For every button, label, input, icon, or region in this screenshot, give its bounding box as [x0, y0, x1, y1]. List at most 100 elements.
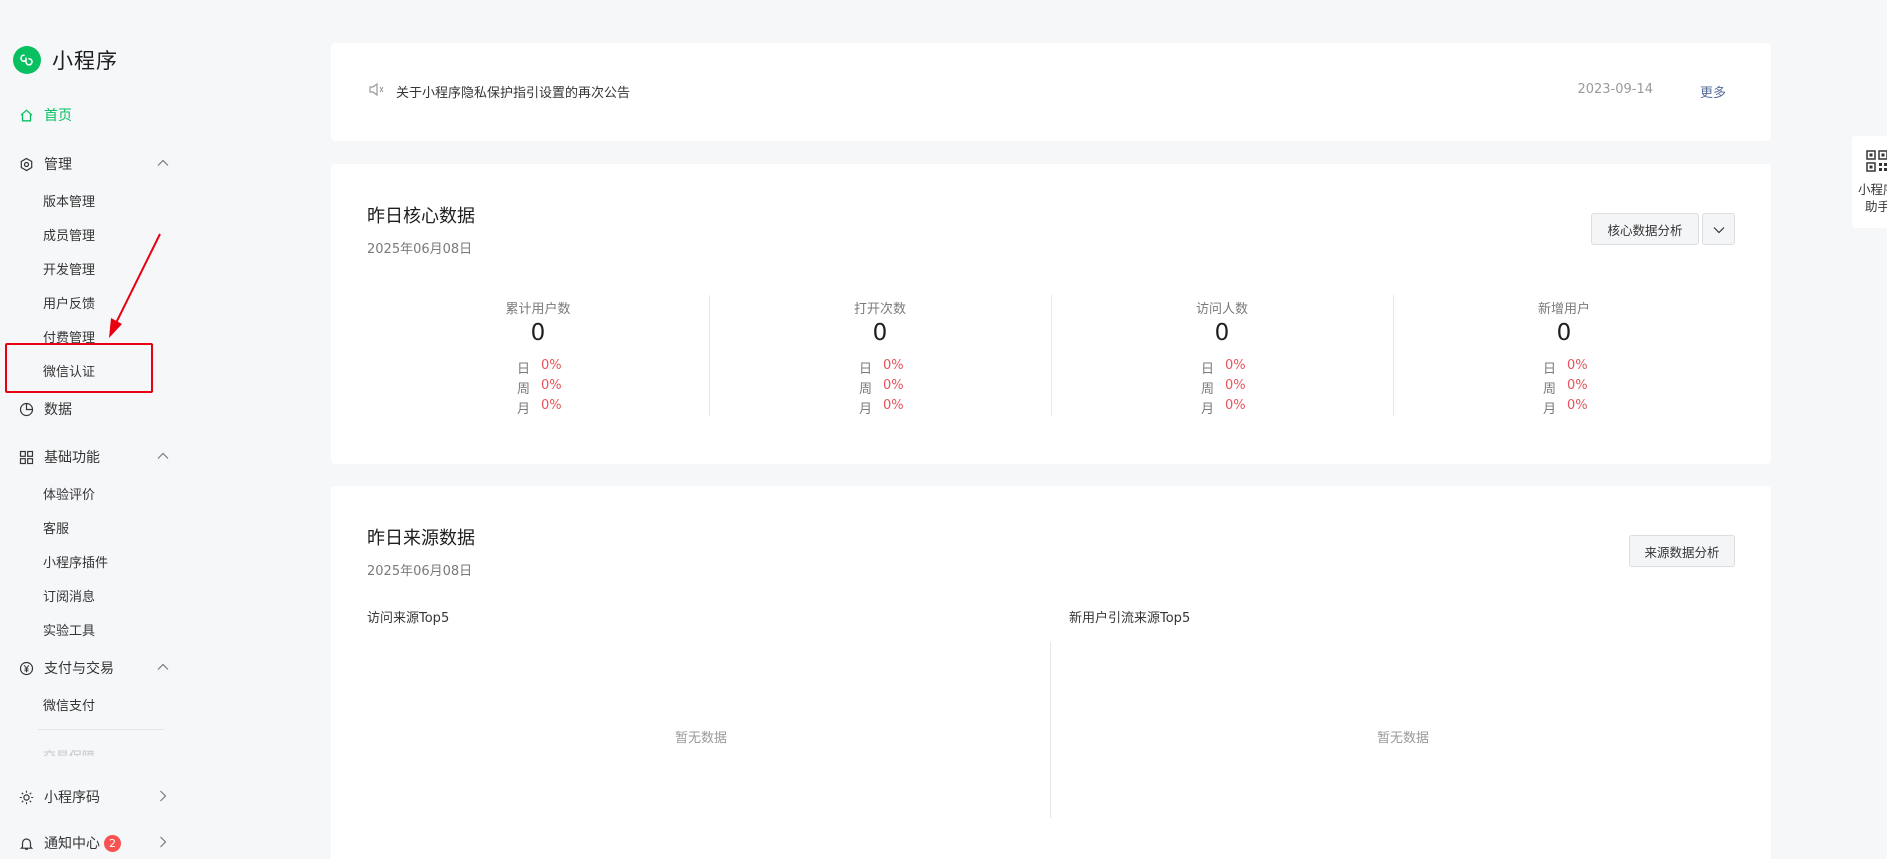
sidebar-subitem-experience-rating[interactable]: 体验评价: [43, 484, 95, 503]
sidebar-item-label: 支付与交易: [44, 661, 114, 677]
stat-new-users: 新增用户 0 日 0% 周 0% 月 0%: [1393, 296, 1735, 417]
qr-code-icon: [1866, 150, 1887, 176]
stat-value: 0: [530, 320, 546, 346]
stat-day-label: 日: [517, 362, 531, 377]
source-data-date: 2025年06月08日: [367, 564, 473, 579]
stat-week-label: 周: [1543, 382, 1557, 397]
stat-week-label: 周: [1201, 382, 1215, 397]
speaker-icon: [368, 82, 385, 101]
stat-day-change: 0%: [1567, 358, 1588, 373]
stat-month-change: 0%: [1567, 398, 1588, 413]
logo-text: 小程序: [52, 49, 118, 73]
empty-state-left: 暂无数据: [675, 731, 728, 746]
stat-open-count: 打开次数 0 日 0% 周 0% 月 0%: [709, 296, 1051, 417]
stat-month-label: 月: [1543, 402, 1557, 417]
sidebar-subitem-members[interactable]: 成员管理: [43, 225, 95, 244]
sidebar-item-manage[interactable]: 管理: [18, 154, 170, 174]
source-data-title: 昨日来源数据: [367, 528, 475, 549]
stat-label: 访问人数: [1195, 302, 1248, 317]
stat-day-label: 日: [859, 362, 873, 377]
sidebar-subitem-faded: 交易保障: [43, 746, 95, 756]
stat-week-change: 0%: [1567, 378, 1588, 393]
empty-state-right: 暂无数据: [1377, 731, 1430, 746]
source-data-card: 昨日来源数据 2025年06月08日 来源数据分析 访问来源Top5 新用户引流…: [331, 486, 1771, 859]
mini-program-assistant-float[interactable]: 小程序 助手: [1852, 136, 1887, 228]
stat-day-label: 日: [1543, 362, 1557, 377]
sidebar-item-notify[interactable]: 通知中心 2: [18, 833, 170, 853]
sidebar: 小程序 首页 管理 版本管理 成员管理 开发管理 用户反馈 付费管理 微信认证 …: [0, 0, 190, 859]
stat-label: 打开次数: [853, 302, 906, 317]
announcement-link[interactable]: 关于小程序隐私保护指引设置的再次公告: [396, 82, 630, 101]
chevron-up-icon: [156, 658, 170, 675]
sidebar-subitem-subscription[interactable]: 订阅消息: [43, 586, 95, 605]
chevron-right-icon: [156, 833, 170, 850]
sidebar-subitem-version[interactable]: 版本管理: [43, 191, 95, 210]
chevron-down-icon: [1713, 222, 1725, 237]
sidebar-subitem-feedback[interactable]: 用户反馈: [43, 293, 95, 312]
stat-day-change: 0%: [883, 358, 904, 373]
stat-day-change: 0%: [541, 358, 562, 373]
stat-week-change: 0%: [883, 378, 904, 393]
announcement-date: 2023-09-14: [1577, 82, 1653, 97]
assistant-label-line2: 助手: [1865, 199, 1887, 214]
sidebar-subitem-customer-service[interactable]: 客服: [43, 518, 69, 537]
sidebar-item-label: 首页: [44, 108, 72, 124]
stat-value: 0: [1556, 320, 1572, 346]
sidebar-subitem-experiment-tools[interactable]: 实验工具: [43, 620, 95, 639]
stat-visitors: 访问人数 0 日 0% 周 0% 月 0%: [1051, 296, 1393, 417]
source-divider: [1050, 642, 1051, 818]
stat-value: 0: [1214, 320, 1230, 346]
stat-month-label: 月: [859, 402, 873, 417]
core-data-analysis-button[interactable]: 核心数据分析: [1591, 213, 1699, 245]
annotation-highlight-box: [5, 343, 153, 393]
assistant-label: 小程序 助手: [1858, 181, 1887, 215]
assistant-label-line1: 小程序: [1858, 182, 1887, 197]
stat-day-change: 0%: [1225, 358, 1246, 373]
stat-label: 新增用户: [1537, 302, 1590, 317]
sidebar-subitem-development[interactable]: 开发管理: [43, 259, 95, 278]
more-link[interactable]: 更多: [1700, 82, 1726, 101]
stat-week-change: 0%: [541, 378, 562, 393]
stat-week-change: 0%: [1225, 378, 1246, 393]
sidebar-item-home[interactable]: 首页: [18, 105, 170, 125]
sidebar-item-label: 小程序码: [44, 790, 100, 806]
announcement-bar: 关于小程序隐私保护指引设置的再次公告 2023-09-14 更多: [331, 43, 1771, 141]
sidebar-item-label: 通知中心: [44, 836, 100, 852]
stat-month-change: 0%: [1225, 398, 1246, 413]
stat-month-label: 月: [517, 402, 531, 417]
notification-badge: 2: [104, 834, 121, 852]
stat-day-label: 日: [1201, 362, 1215, 377]
stat-week-label: 周: [517, 382, 531, 397]
logo[interactable]: 小程序: [13, 45, 118, 75]
sidebar-item-label: 数据: [44, 402, 72, 418]
stat-week-label: 周: [859, 382, 873, 397]
stat-month-label: 月: [1201, 402, 1215, 417]
source-data-analysis-button[interactable]: 来源数据分析: [1629, 535, 1735, 567]
sidebar-subitem-plugins[interactable]: 小程序插件: [43, 552, 108, 571]
stat-label: 累计用户数: [505, 302, 571, 317]
bell-icon: [18, 835, 35, 852]
core-data-date: 2025年06月08日: [367, 242, 473, 257]
chevron-up-icon: [156, 447, 170, 464]
core-data-card: 昨日核心数据 2025年06月08日 核心数据分析 累计用户数 0 日 0% 周0…: [331, 164, 1771, 464]
sidebar-item-label: 管理: [44, 157, 72, 173]
sun-icon: [18, 789, 35, 806]
core-data-dropdown-button[interactable]: [1702, 213, 1735, 245]
sidebar-item-label: 基础功能: [44, 450, 100, 466]
stat-month-change: 0%: [883, 398, 904, 413]
sidebar-item-qrcode[interactable]: 小程序码: [18, 787, 170, 807]
sidebar-item-payment-trade[interactable]: 支付与交易: [18, 658, 170, 678]
new-user-source-top5-title: 新用户引流来源Top5: [1069, 611, 1191, 626]
core-data-title: 昨日核心数据: [367, 206, 475, 227]
chevron-right-icon: [156, 787, 170, 804]
chevron-up-icon: [156, 154, 170, 171]
sidebar-item-basic-functions[interactable]: 基础功能: [18, 447, 170, 467]
stat-month-change: 0%: [541, 398, 562, 413]
settings-icon: [18, 156, 35, 173]
sidebar-item-data[interactable]: 数据: [18, 399, 170, 419]
sidebar-subitem-wechat-pay[interactable]: 微信支付: [43, 695, 95, 714]
grid-icon: [18, 449, 35, 466]
visit-source-top5-title: 访问来源Top5: [367, 611, 450, 626]
home-icon: [18, 107, 35, 124]
stat-total-users: 累计用户数 0 日 0% 周 0% 月 0%: [367, 296, 709, 417]
